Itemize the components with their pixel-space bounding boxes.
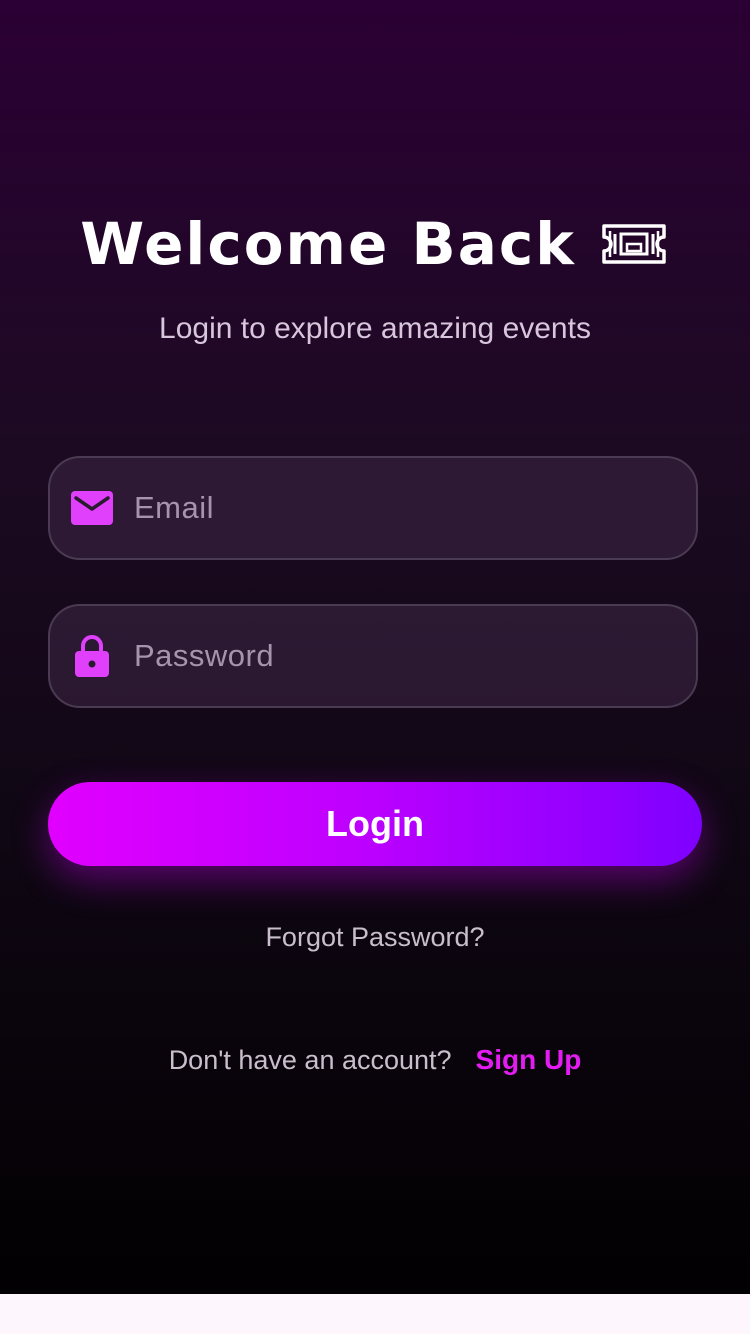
signup-row: Don't have an account? Sign Up <box>0 1044 750 1076</box>
login-button[interactable]: Login <box>48 782 702 866</box>
mail-icon <box>70 486 114 530</box>
email-input[interactable] <box>132 458 672 558</box>
forgot-password-link[interactable]: Forgot Password? <box>0 922 750 953</box>
page-subtitle: Login to explore amazing events <box>159 312 591 345</box>
password-field[interactable] <box>48 604 698 708</box>
lock-icon <box>70 634 114 678</box>
login-screen: Welcome Back Login to explore amazing ev… <box>0 0 750 1294</box>
email-field[interactable] <box>48 456 698 560</box>
title-row: Welcome Back <box>0 206 750 282</box>
page-title: Welcome Back <box>80 210 576 278</box>
ticket-icon <box>602 224 666 264</box>
password-input[interactable] <box>132 606 672 706</box>
signup-prompt: Don't have an account? <box>168 1045 452 1075</box>
bottom-strip <box>0 1294 750 1334</box>
signup-link[interactable]: Sign Up <box>476 1044 582 1076</box>
